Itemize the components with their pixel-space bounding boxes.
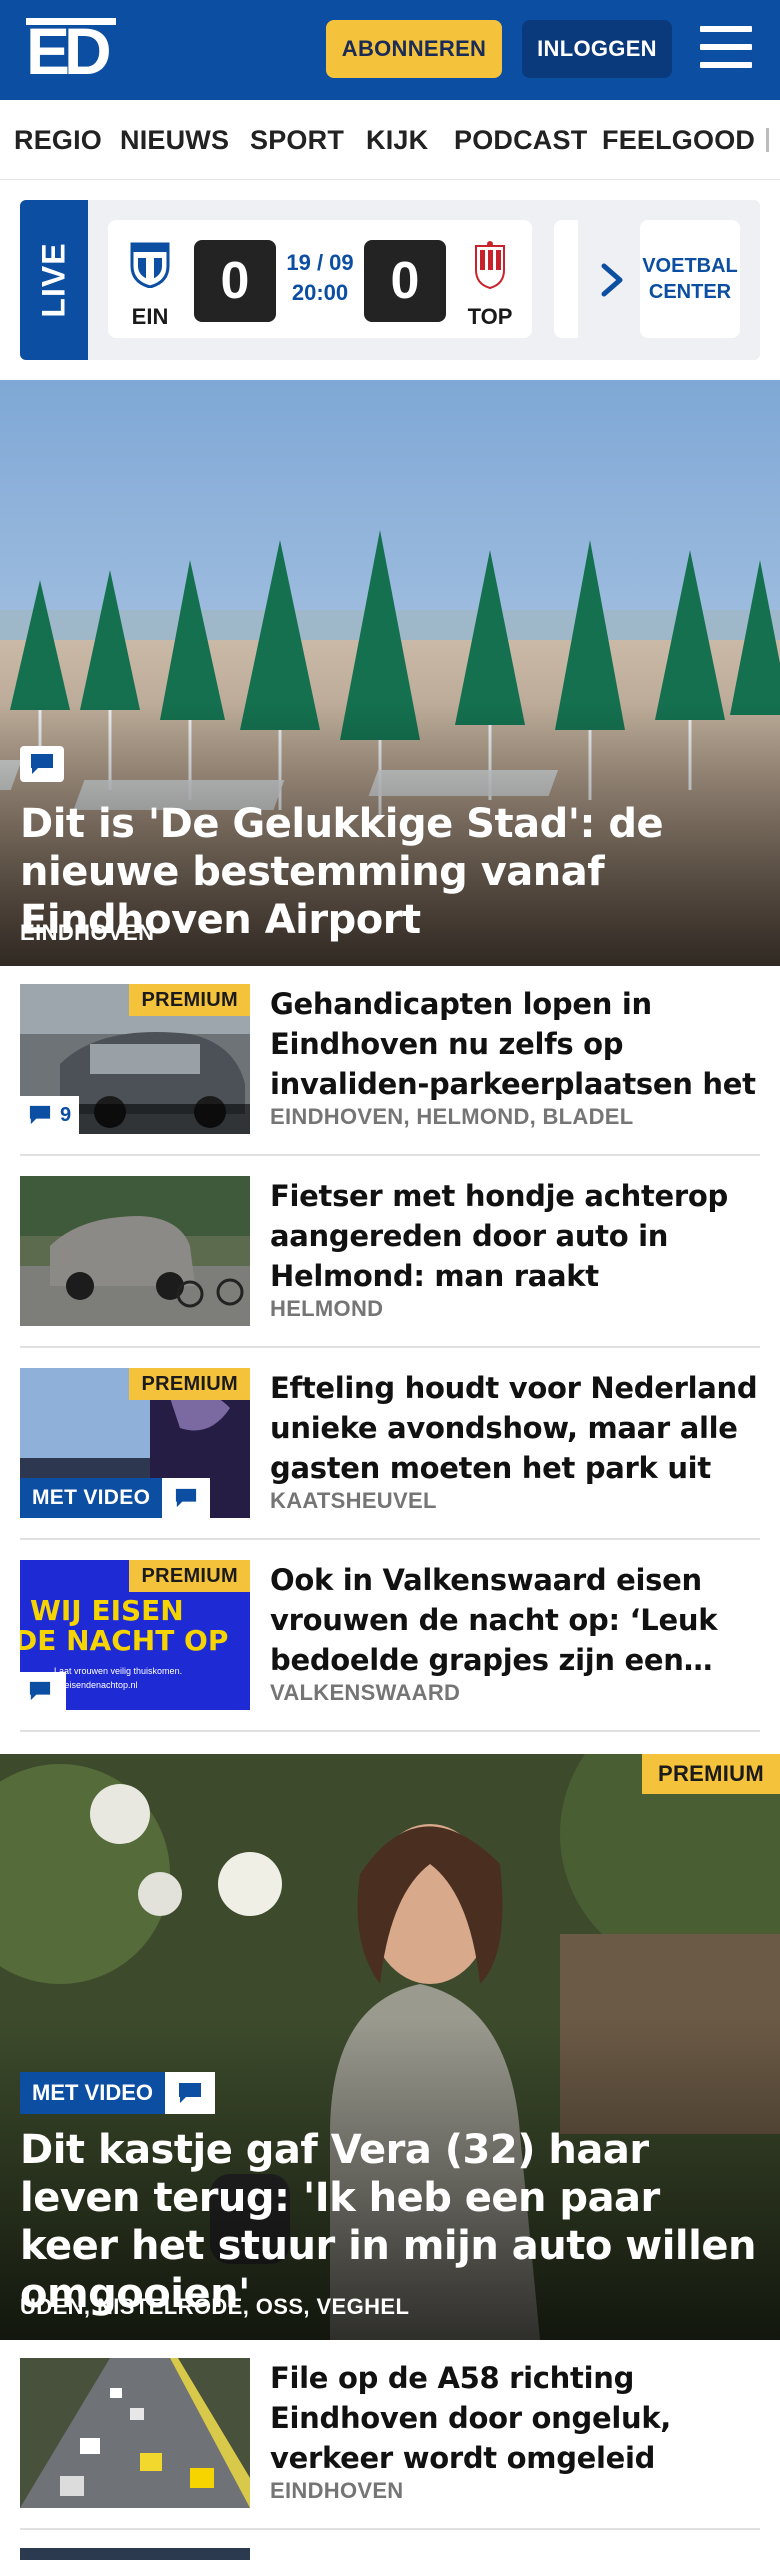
next-match-card[interactable] bbox=[554, 220, 578, 338]
article-thumbnail: PREMIUM 9 bbox=[20, 984, 250, 1134]
nav-item-feelgood[interactable]: FEELGOOD bbox=[602, 100, 755, 179]
svg-text:ED: ED bbox=[26, 18, 109, 80]
top-oss-logo-icon bbox=[475, 241, 505, 290]
article-location: HELMOND bbox=[270, 1296, 384, 1321]
video-badge[interactable]: MET VIDEO bbox=[20, 1478, 211, 1518]
live-label: LIVE bbox=[20, 200, 88, 360]
article-title[interactable]: File op de A58 richting Eindhoven door o… bbox=[270, 2358, 760, 2478]
comment-icon bbox=[176, 1488, 197, 1508]
voetbal-center-link[interactable]: VOETBAL CENTER bbox=[640, 220, 740, 338]
home-team-name: EIN bbox=[131, 304, 169, 329]
comment-icon bbox=[29, 1681, 51, 1701]
nav-item-podcast[interactable]: PODCAST bbox=[454, 100, 587, 179]
nav-item-nieuws[interactable]: NIEUWS bbox=[120, 100, 229, 179]
hero-location: EINDHOVEN bbox=[20, 920, 155, 945]
nav-item-sport[interactable]: SPORT bbox=[250, 100, 344, 179]
subscribe-button[interactable]: ABONNEREN bbox=[326, 20, 502, 78]
nav-item-regio[interactable]: REGIO bbox=[14, 100, 102, 179]
list-item[interactable]: PREMIUM MET VIDEO Efteling houdt voor Ne… bbox=[20, 1368, 760, 1540]
article-title[interactable]: Fietser met hondje achterop aangereden d… bbox=[270, 1176, 760, 1296]
article-location: EINDHOVEN bbox=[270, 2478, 404, 2503]
live-scores-bar: LIVE EIN 0 19 / 09 20:00 0 TOP VOETBAL CE… bbox=[20, 200, 760, 360]
comment-button[interactable] bbox=[20, 1672, 66, 1710]
feature-headline[interactable]: Dit kastje gaf Vera (32) haar leven teru… bbox=[20, 2126, 760, 2318]
away-team-name: TOP bbox=[467, 304, 513, 329]
feature-article[interactable]: PREMIUM MET VIDEO Dit kastje gaf Vera (3… bbox=[0, 1754, 780, 2340]
article-title[interactable]: Efteling houdt voor Nederland unieke avo… bbox=[270, 1368, 760, 1488]
comment-count[interactable]: 9 bbox=[20, 1096, 80, 1134]
article-title[interactable]: Gehandicapten lopen in Eindhoven nu zelf… bbox=[270, 984, 760, 1104]
article-thumbnail: WIJ EISEN DE NACHT OP Laat vrouwen veili… bbox=[20, 1560, 250, 1710]
article-location: VALKENSWAARD bbox=[270, 1680, 461, 1705]
premium-badge: PREMIUM bbox=[129, 984, 250, 1016]
chevron-right-icon[interactable] bbox=[592, 260, 632, 300]
psv-logo-icon bbox=[130, 242, 170, 288]
home-score: 0 bbox=[194, 240, 276, 322]
premium-badge: PREMIUM bbox=[129, 1368, 250, 1400]
ed-logo[interactable]: ED bbox=[26, 18, 116, 80]
section-nav: REGIO NIEUWS SPORT KIJK PODCAST FEELGOOD bbox=[0, 100, 780, 180]
list-item[interactable]: PREMIUM 9 Gehandicapten lopen in Eindhov… bbox=[20, 984, 760, 1156]
hero-article[interactable]: Dit is 'De Gelukkige Stad': de nieuwe be… bbox=[0, 380, 780, 966]
top-header: ED ABONNEREN INLOGGEN bbox=[0, 0, 780, 100]
article-thumbnail bbox=[20, 1176, 250, 1326]
article-location: KAATSHEUVEL bbox=[270, 1488, 437, 1513]
list-item[interactable]: Fietser met hondje achterop aangereden d… bbox=[20, 1176, 760, 1348]
nav-divider bbox=[766, 128, 769, 152]
match-date-time: 19 / 09 20:00 bbox=[286, 250, 354, 305]
premium-badge: PREMIUM bbox=[129, 1560, 250, 1592]
comment-icon bbox=[179, 2083, 202, 2103]
match-card[interactable]: EIN 0 19 / 09 20:00 0 TOP bbox=[108, 220, 532, 338]
nav-item-kijk[interactable]: KIJK bbox=[366, 100, 428, 179]
login-button[interactable]: INLOGGEN bbox=[522, 20, 672, 78]
article-thumbnail bbox=[20, 2548, 250, 2560]
comment-icon bbox=[29, 1105, 51, 1125]
comment-icon[interactable] bbox=[20, 746, 64, 782]
article-title[interactable]: Ook in Valkenswaard eisen vrouwen de nac… bbox=[270, 1560, 760, 1680]
feature-location: UDEN, NISTELRODE, OSS, VEGHEL bbox=[20, 2294, 410, 2319]
article-thumbnail: PREMIUM MET VIDEO bbox=[20, 1368, 250, 1518]
premium-badge: PREMIUM bbox=[642, 1754, 780, 1794]
away-score: 0 bbox=[364, 240, 446, 322]
video-badge[interactable]: MET VIDEO bbox=[20, 2072, 216, 2114]
list-item[interactable]: File op de A58 richting Eindhoven door o… bbox=[20, 2358, 760, 2530]
article-thumbnail bbox=[20, 2358, 250, 2508]
hamburger-menu-icon[interactable] bbox=[700, 26, 754, 72]
article-location: EINDHOVEN, HELMOND, BLADEL bbox=[270, 1104, 634, 1129]
list-item[interactable]: WIJ EISEN DE NACHT OP Laat vrouwen veili… bbox=[20, 1560, 760, 1732]
